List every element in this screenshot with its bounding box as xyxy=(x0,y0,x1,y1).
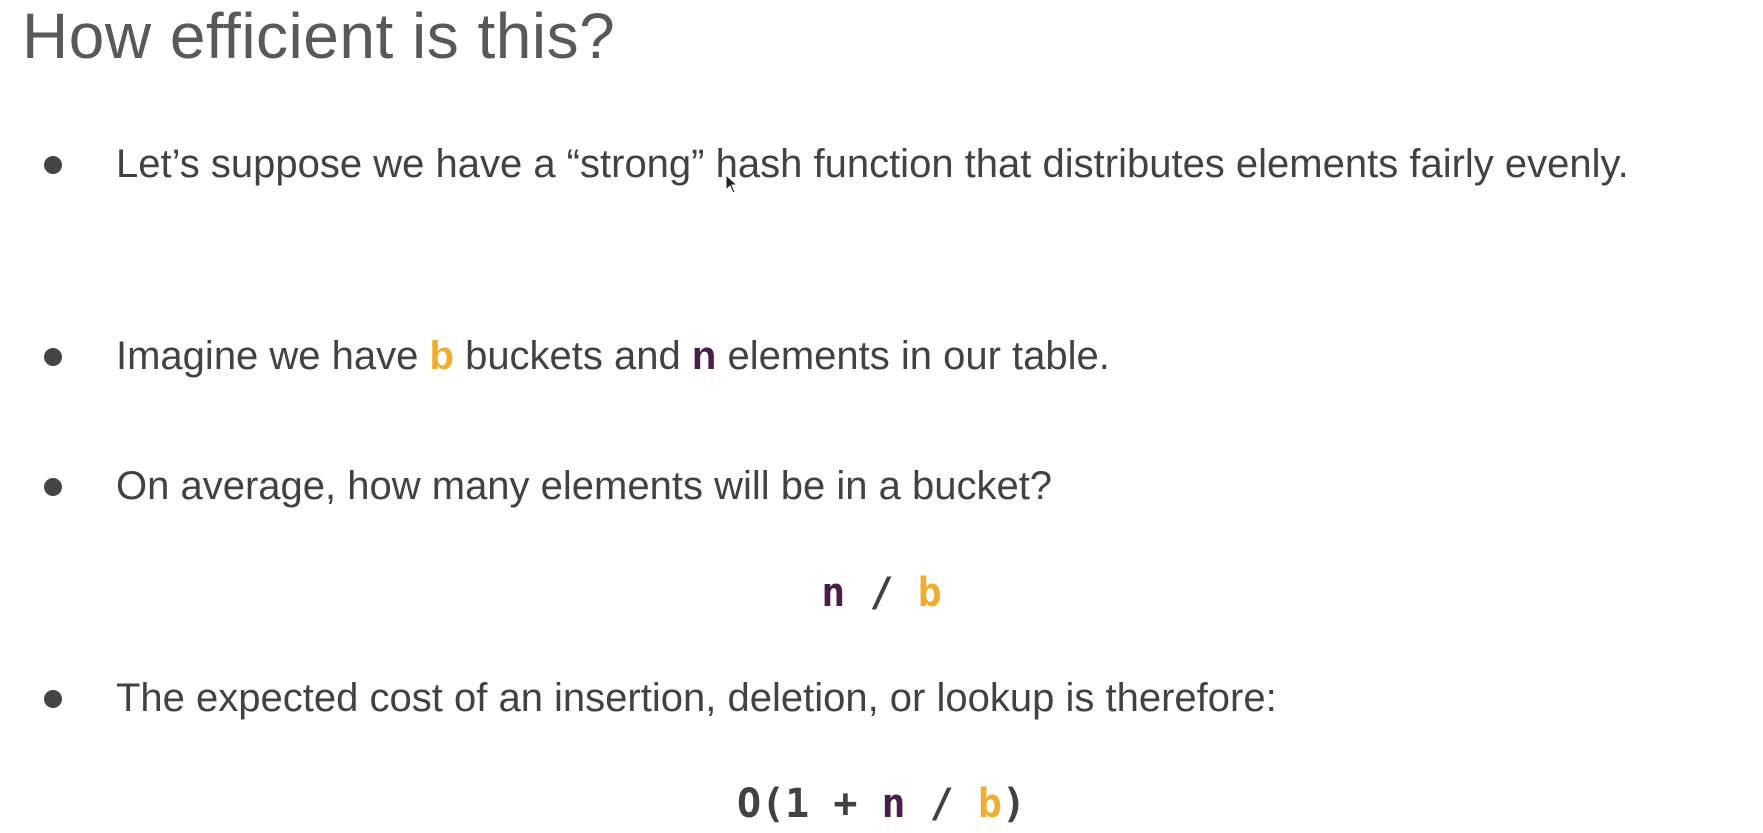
variable-n: n xyxy=(691,334,717,378)
bullet-text-suffix: elements in our table. xyxy=(716,334,1110,378)
bullet-text-middle: buckets and xyxy=(453,334,692,378)
variable-b: b xyxy=(429,334,454,378)
formula-slash: / xyxy=(845,570,918,616)
formula-b: b xyxy=(917,570,942,616)
bullet-text: The expected cost of an insertion, delet… xyxy=(116,676,1277,720)
formula-n: n xyxy=(821,570,846,616)
formula-n: n xyxy=(881,781,906,827)
formula-average-load: n / b xyxy=(0,565,1763,621)
bullet-text-prefix: Imagine we have xyxy=(116,334,430,378)
bullet-text: On average, how many elements will be in… xyxy=(116,464,1053,508)
slide-title: How efficient is this? xyxy=(22,0,616,72)
formula-slash: / xyxy=(905,781,978,827)
formula-close: ) xyxy=(1001,781,1027,827)
bullet-dot-icon xyxy=(44,478,62,496)
bullet-dot-icon xyxy=(44,156,62,174)
mouse-pointer-icon xyxy=(725,174,739,194)
bullet-text: Imagine we have b buckets and n elements… xyxy=(116,324,1726,388)
formula-expected-cost: O(1 + n / b) xyxy=(0,776,1763,832)
bullet-dot-icon xyxy=(44,690,62,708)
bullet-dot-icon xyxy=(44,348,62,366)
formula-open: O(1 + xyxy=(736,781,882,827)
bullet-text: Let’s suppose we have a “strong” hash fu… xyxy=(116,142,1629,186)
formula-b: b xyxy=(977,781,1002,827)
